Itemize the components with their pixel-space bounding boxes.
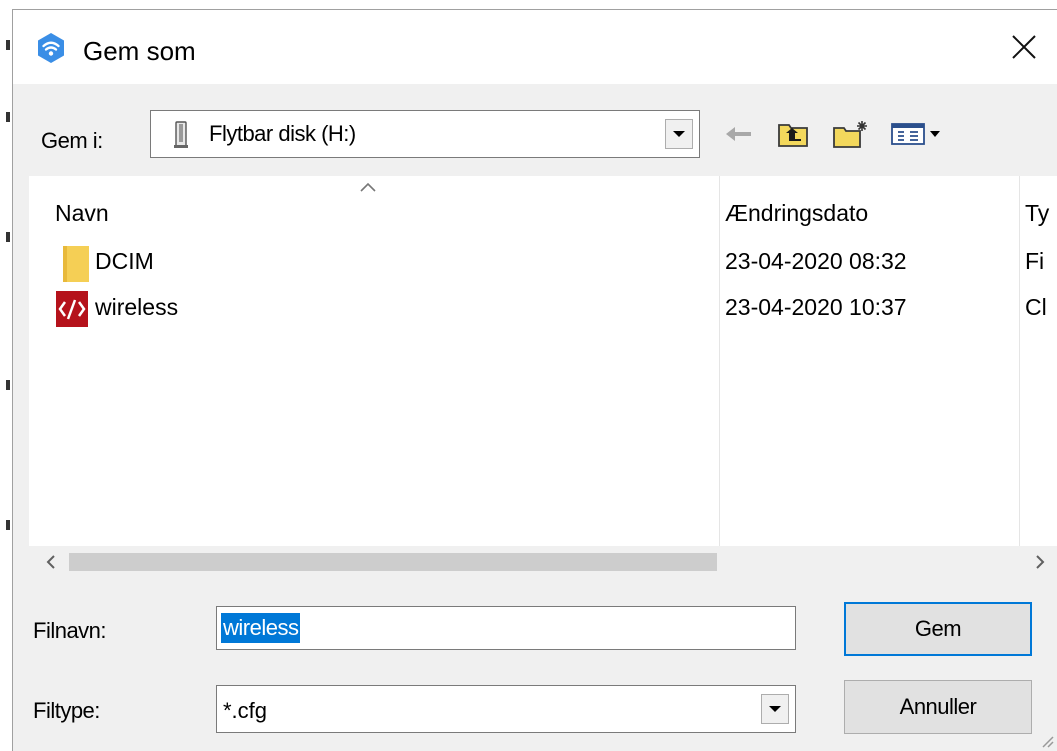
- horizontal-scrollbar[interactable]: [29, 546, 1057, 578]
- file-type: Cl: [1025, 294, 1047, 320]
- file-name: DCIM: [95, 248, 154, 274]
- column-divider[interactable]: [1019, 176, 1020, 546]
- view-menu-icon: [891, 123, 940, 145]
- filename-label: Filnavn:: [33, 618, 107, 643]
- chevron-down-icon: [769, 706, 781, 712]
- background-window-edge: [0, 0, 12, 751]
- cancel-button[interactable]: Annuller: [844, 680, 1032, 734]
- filetype-value: *.cfg: [223, 698, 268, 723]
- back-button[interactable]: [721, 114, 757, 154]
- close-button[interactable]: [995, 20, 1053, 74]
- file-date: 23-04-2020 08:32: [725, 248, 907, 274]
- dialog-title: Gem som: [83, 36, 196, 66]
- file-list[interactable]: Navn Ændringsdato Ty DCIM 23-04-2020 08:…: [29, 176, 1057, 578]
- scroll-thumb[interactable]: [69, 553, 717, 571]
- file-name: wireless: [95, 294, 179, 320]
- drive-icon: [174, 121, 188, 148]
- chevron-right-icon: [1036, 555, 1045, 569]
- up-folder-button[interactable]: [775, 114, 811, 154]
- save-as-dialog: Gem som Gem i: Flytbar disk (H:) Navn Æn…: [12, 9, 1057, 751]
- look-in-dropdown[interactable]: Flytbar disk (H:): [150, 110, 700, 158]
- list-item[interactable]: wireless 23-04-2020 10:37 Cl: [29, 288, 1057, 332]
- close-icon: [1012, 35, 1036, 59]
- list-item[interactable]: DCIM 23-04-2020 08:32 Fi: [29, 242, 1057, 286]
- new-folder-button[interactable]: [831, 114, 871, 154]
- look-in-dropdown-button[interactable]: [665, 119, 693, 149]
- sort-ascending-icon: [360, 182, 376, 192]
- save-button[interactable]: Gem: [844, 602, 1032, 656]
- filename-input[interactable]: wireless: [216, 606, 796, 650]
- title-bar[interactable]: Gem som: [13, 10, 1057, 84]
- filetype-label: Filtype:: [33, 698, 100, 723]
- up-folder-icon: [778, 124, 808, 147]
- chevron-left-icon: [46, 555, 55, 569]
- file-date: 23-04-2020 10:37: [725, 294, 907, 320]
- column-divider[interactable]: [719, 176, 720, 546]
- column-header-date[interactable]: Ændringsdato: [725, 200, 868, 227]
- view-menu-button[interactable]: [887, 114, 951, 154]
- cfg-file-icon: [56, 291, 88, 327]
- back-arrow-icon: [726, 127, 751, 141]
- column-header-name[interactable]: Navn: [55, 200, 109, 227]
- scroll-left-button[interactable]: [33, 546, 69, 578]
- filetype-dropdown-button[interactable]: [761, 694, 789, 724]
- file-type: Fi: [1025, 248, 1045, 274]
- scroll-right-button[interactable]: [1022, 546, 1057, 578]
- chevron-down-icon: [673, 131, 685, 137]
- filename-value: wireless: [221, 613, 301, 643]
- folder-icon: [63, 246, 89, 282]
- look-in-value: Flytbar disk (H:): [209, 121, 356, 146]
- new-folder-icon: [833, 121, 867, 148]
- column-header-type[interactable]: Ty: [1025, 200, 1049, 227]
- resize-grip-icon[interactable]: [1035, 729, 1055, 749]
- wifi-app-icon: [38, 33, 64, 63]
- look-in-label: Gem i:: [41, 128, 103, 153]
- filetype-dropdown[interactable]: *.cfg: [216, 685, 796, 733]
